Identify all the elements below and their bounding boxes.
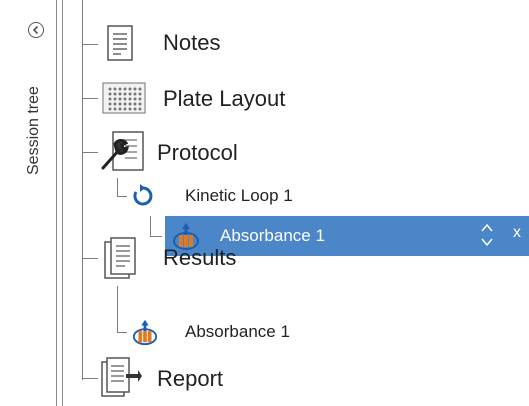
divider: [56, 0, 58, 406]
plate-grid-icon: [102, 82, 146, 114]
tree-connector: [150, 216, 151, 236]
tree-item-label: Protocol: [157, 140, 238, 165]
divider: [62, 0, 64, 406]
sidebar-title: Session tree: [25, 86, 42, 175]
up-down-chevron-icon[interactable]: [480, 222, 494, 250]
tree-connector: [82, 378, 98, 379]
tree-item-label: Absorbance 1: [220, 226, 325, 245]
loop-icon: [133, 184, 153, 206]
wrench-document-icon: [101, 131, 144, 171]
report-icon: [101, 357, 142, 397]
tree-item-label: Report: [157, 366, 224, 391]
tree-connector: [117, 286, 118, 332]
tree-connector: [117, 196, 127, 197]
tree-connector: [82, 0, 83, 380]
tree-connector: [117, 178, 118, 196]
remove-item-button[interactable]: x: [513, 224, 521, 242]
tree-item-label: Kinetic Loop 1: [185, 186, 293, 205]
absorbance-icon: [132, 319, 158, 346]
tree-item-label: Notes: [163, 30, 221, 55]
tree-connector: [82, 98, 98, 99]
tree-connector: [82, 258, 98, 259]
tree-item-label: Plate Layout: [163, 86, 286, 111]
session-tree-sidebar: Session tree: [0, 0, 56, 406]
notes-icon: [107, 25, 133, 61]
tree-item-label: Results: [163, 245, 237, 270]
results-icon: [104, 237, 136, 279]
tree-connector: [82, 44, 98, 45]
tree-connector: [150, 236, 162, 237]
tree-connector: [82, 152, 98, 153]
tree-item-label: Absorbance 1: [185, 322, 290, 341]
tree-connector: [117, 332, 127, 333]
